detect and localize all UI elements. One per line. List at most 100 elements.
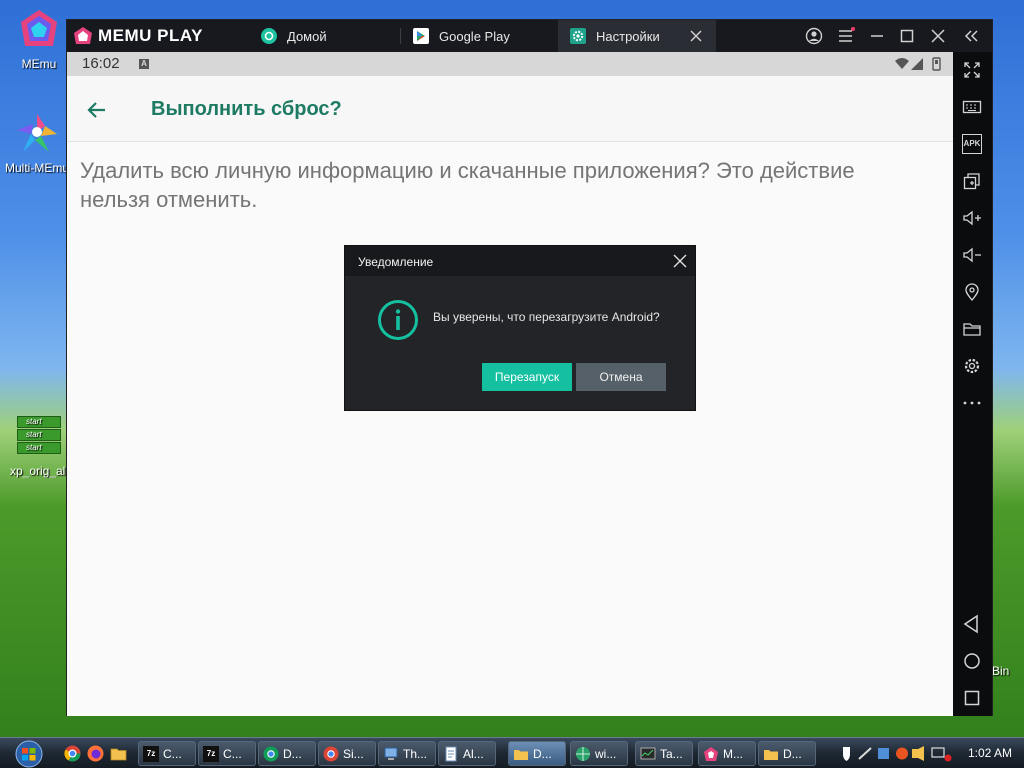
back-nav-icon[interactable] [962, 614, 982, 634]
task-manager-icon [640, 747, 656, 759]
desktop-icon-multi-memu[interactable]: Multi-MEmu [2, 112, 72, 175]
taskbar-button[interactable]: M... [698, 741, 756, 766]
desktop-icon-label: Multi-MEmu [4, 161, 69, 175]
7zip-icon: 7z [203, 745, 219, 762]
more-icon[interactable] [962, 393, 982, 413]
taskbar-button-label: Al... [463, 746, 484, 761]
status-time: 16:02 [82, 55, 120, 72]
folder-icon [764, 749, 778, 760]
keyboard-icon[interactable] [962, 97, 982, 117]
taskbar-button-label: M... [723, 746, 743, 761]
desktop-icon-xp-orig[interactable]: start start start xp_orig_all [4, 414, 74, 478]
tab-settings[interactable]: Настройки [558, 20, 716, 52]
collapse-sidebar-icon[interactable] [963, 27, 981, 45]
emulator-toolbar: APK [953, 52, 992, 716]
start-tag: start [17, 429, 61, 441]
dialog-message: Вы уверены, что перезагрузите Android? [433, 310, 660, 324]
desktop-edge-text: Bin [992, 664, 1010, 678]
chrome-icon [323, 746, 339, 761]
taskbar-button[interactable]: Si... [318, 741, 376, 766]
home-app-icon [261, 28, 277, 44]
system-tray-icons[interactable] [840, 745, 960, 762]
tab-label: Домой [287, 28, 327, 44]
taskbar-button[interactable]: Ta... [635, 741, 693, 766]
home-nav-icon[interactable] [962, 651, 982, 671]
memu-app-icon [21, 10, 57, 46]
memu-app-icon [704, 746, 718, 761]
tab-home[interactable]: Домой [249, 20, 401, 52]
taskbar-button-label: Ta... [660, 746, 683, 761]
taskbar-button[interactable]: D... [758, 741, 816, 766]
taskbar-button-label: D... [283, 746, 302, 761]
taskbar-button-label: D... [783, 746, 802, 761]
page-title: Выполнить сброс? [151, 98, 342, 120]
recents-nav-icon[interactable] [962, 688, 982, 708]
settings-icon[interactable] [962, 356, 982, 376]
maximize-icon[interactable] [898, 27, 916, 45]
android-screen: 16:02 A Выполнить сброс? Удалить всю лич… [67, 52, 953, 716]
start-orb-icon[interactable] [9, 739, 49, 768]
windows-taskbar: 7z C... 7z C... D... Si... Th... Al... D… [0, 737, 1024, 768]
restart-button[interactable]: Перезапуск [482, 363, 572, 391]
taskbar-button-label: Si... [343, 746, 364, 761]
taskbar-button-label: C... [223, 746, 242, 761]
multi-window-icon[interactable] [962, 171, 982, 191]
memu-logo: MEMU PLAY [73, 26, 203, 46]
taskbar-button[interactable]: Al... [438, 741, 496, 766]
close-tab-icon[interactable] [688, 28, 704, 44]
taskbar-button[interactable]: 7z C... [138, 741, 196, 766]
xp-start-buttons-icon: start start start [17, 416, 61, 462]
confirm-dialog: Уведомление Вы уверены, что перезагрузит… [344, 245, 696, 411]
back-arrow-icon[interactable] [87, 100, 107, 120]
taskbar-button[interactable]: D... [258, 741, 316, 766]
fullscreen-icon[interactable] [962, 60, 982, 80]
taskbar-button[interactable]: Th... [378, 741, 436, 766]
apk-icon[interactable]: APK [962, 134, 982, 154]
signal-battery-icon [895, 57, 941, 71]
taskbar-button[interactable]: wi... [570, 741, 628, 766]
volume-up-icon[interactable] [962, 208, 982, 228]
explorer-folder-icon[interactable] [110, 745, 127, 762]
reset-description: Удалить всю личную информацию и скачанны… [80, 158, 855, 212]
account-icon[interactable] [805, 27, 823, 45]
taskbar-button-label: C... [163, 746, 182, 761]
minimize-icon[interactable] [868, 27, 886, 45]
taskbar-button-label: Th... [403, 746, 428, 761]
desktop-icon-memu[interactable]: MEmu [4, 8, 74, 71]
dialog-header: Уведомление [345, 246, 695, 276]
firefox-icon[interactable] [87, 745, 104, 762]
computer-icon [384, 747, 398, 760]
menu-icon[interactable] [837, 27, 855, 45]
info-icon [378, 300, 418, 340]
settings-gear-icon [570, 28, 586, 44]
taskbar-button-label: wi... [595, 746, 617, 761]
cancel-button[interactable]: Отмена [576, 363, 666, 391]
tab-label: Google Play [439, 28, 510, 44]
start-tag: start [17, 442, 61, 454]
folder-icon[interactable] [962, 319, 982, 339]
close-icon[interactable] [929, 27, 947, 45]
7zip-icon: 7z [143, 745, 159, 762]
taskbar-button[interactable]: 7z C... [198, 741, 256, 766]
title-bar: MEMU PLAY Домой Google Play Настройки [67, 20, 992, 52]
memu-window: MEMU PLAY Домой Google Play Настройки 16… [66, 19, 993, 716]
dialog-close-icon[interactable] [673, 254, 687, 268]
tab-label: Настройки [596, 28, 660, 44]
apk-label: APK [963, 139, 981, 148]
desktop-icon-label: xp_orig_all [9, 464, 69, 478]
notification-badge: A [139, 59, 149, 69]
location-icon[interactable] [962, 282, 982, 302]
tab-google-play[interactable]: Google Play [401, 20, 558, 52]
chrome-icon[interactable] [64, 745, 81, 762]
chrome-icon [263, 746, 279, 761]
android-status-bar: 16:02 A [67, 52, 953, 76]
taskbar-button[interactable]: D... [508, 741, 566, 766]
document-icon [445, 746, 457, 761]
memu-logo-icon [74, 27, 92, 44]
volume-down-icon[interactable] [962, 245, 982, 265]
globe-icon [576, 746, 590, 761]
taskbar-button-label: D... [533, 746, 552, 761]
brand-name: MEMU PLAY [98, 26, 203, 45]
system-clock: 1:02 AM [968, 746, 1013, 760]
start-tag: start [17, 416, 61, 428]
